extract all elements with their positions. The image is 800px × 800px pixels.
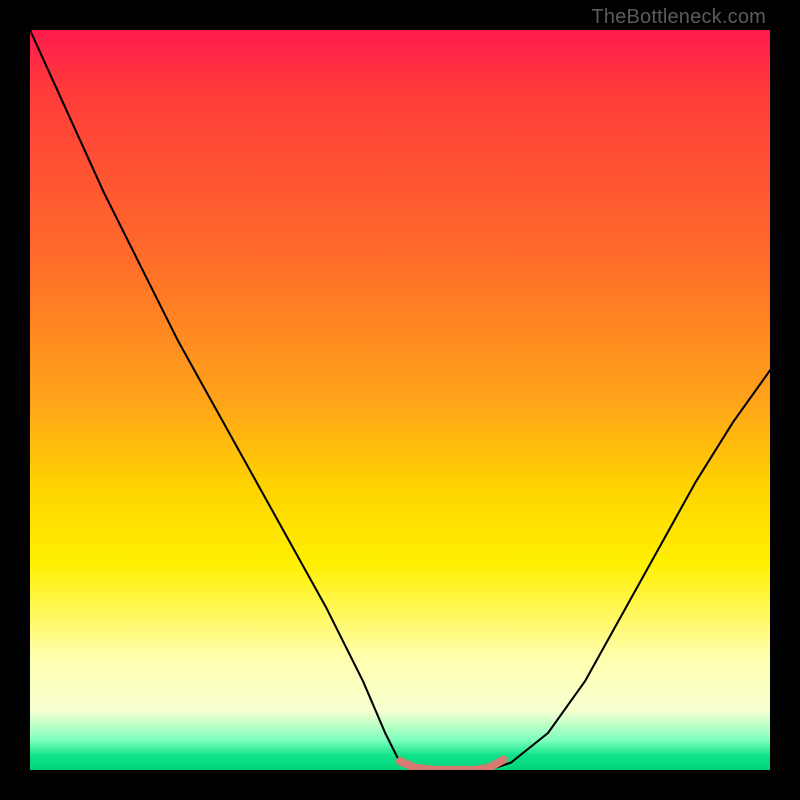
watermark-text: TheBottleneck.com <box>591 6 766 29</box>
chart-plot-area <box>30 30 770 770</box>
chart-frame: TheBottleneck.com <box>0 0 800 800</box>
bottleneck-curve-path <box>30 30 770 770</box>
chart-svg <box>30 30 770 770</box>
flat-bottom-highlight-path <box>400 760 504 770</box>
